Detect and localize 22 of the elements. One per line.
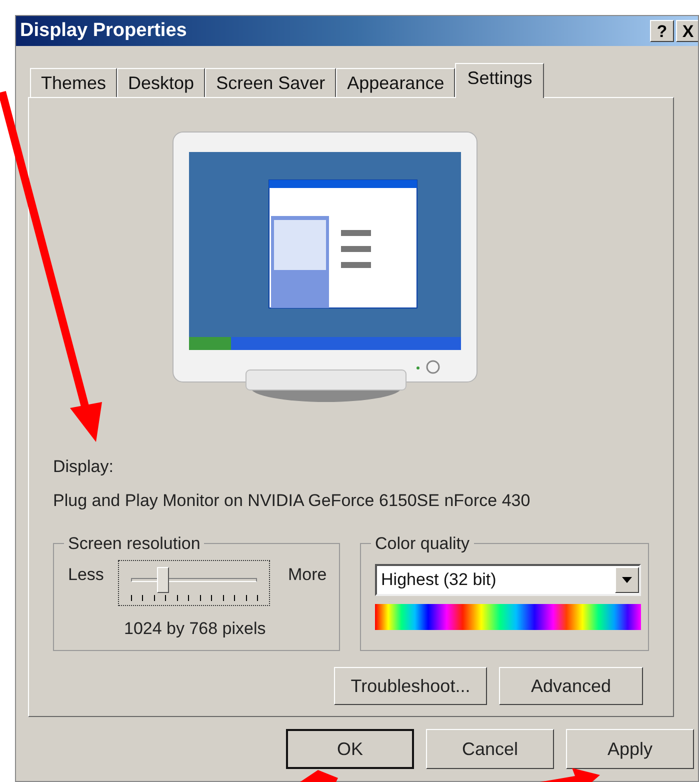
- tab[interactable]: Screen Saver: [205, 68, 336, 97]
- annotation-arrow: [300, 770, 338, 782]
- cancel-button[interactable]: Cancel: [426, 729, 554, 769]
- advanced-button[interactable]: Advanced: [499, 667, 643, 705]
- window-title: Display Properties: [20, 18, 187, 43]
- help-button[interactable]: ?: [650, 20, 674, 42]
- more-label: More: [288, 564, 327, 586]
- close-button[interactable]: X: [676, 20, 698, 42]
- resolution-slider[interactable]: [118, 560, 270, 606]
- color-quality-dropdown[interactable]: Highest (32 bit): [375, 564, 642, 596]
- less-label: Less: [68, 564, 104, 586]
- display-label: Display:: [53, 456, 114, 478]
- apply-button[interactable]: Apply: [566, 729, 694, 769]
- resolution-reading: 1024 by 768 pixels: [124, 618, 266, 640]
- tab[interactable]: Settings: [455, 63, 544, 98]
- troubleshoot-button[interactable]: Troubleshoot...: [334, 667, 487, 705]
- tab[interactable]: Appearance: [336, 68, 456, 97]
- ok-button[interactable]: OK: [286, 729, 414, 769]
- display-device: Plug and Play Monitor on NVIDIA GeForce 6150SE nForce 430: [53, 490, 532, 512]
- tab[interactable]: Themes: [30, 68, 118, 97]
- annotation-arrow: [540, 768, 600, 782]
- tab[interactable]: Desktop: [117, 68, 206, 97]
